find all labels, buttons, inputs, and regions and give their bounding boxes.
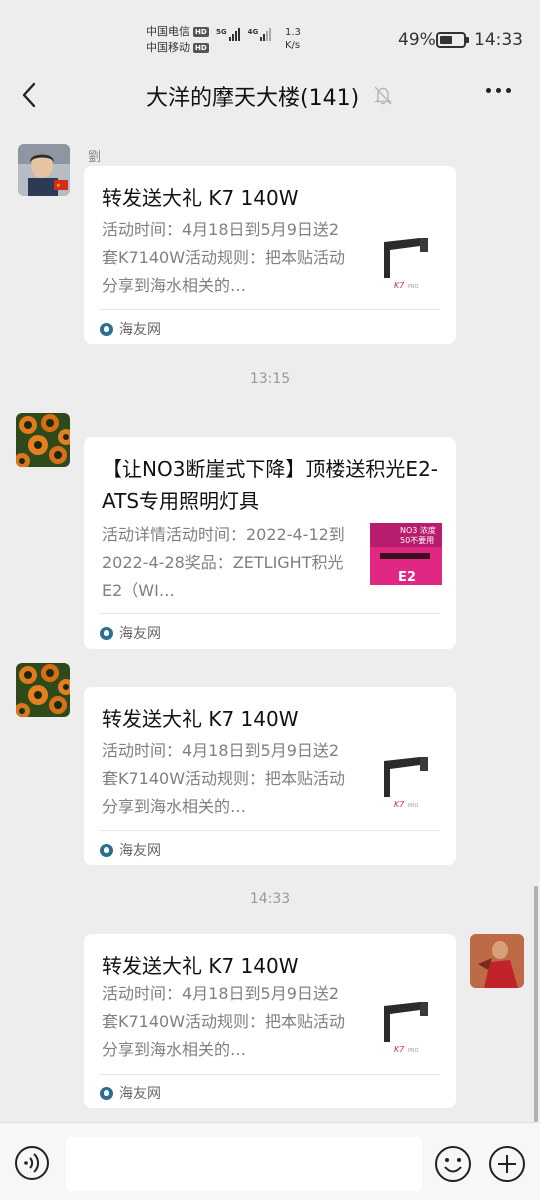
source-icon (100, 843, 113, 857)
source-icon (100, 322, 113, 336)
thumb-text: E2 (398, 570, 416, 585)
net-4g-label: 4G (247, 28, 259, 36)
card-description: 活动时间：4月18日到5月9日送2套K7140W活动规则：把本贴活动分享到海水相… (102, 984, 346, 1059)
more-button[interactable] (486, 88, 511, 93)
svg-text:PRO: PRO (408, 1048, 418, 1054)
carrier-1: 中国电信 (146, 25, 190, 38)
network-speed: 1.3 K/s (285, 26, 301, 52)
avatar-photo (16, 413, 70, 467)
card-thumbnail: NO3 浓度 50不要用 E2 (370, 523, 442, 595)
more-dot (506, 88, 511, 93)
svg-text:K7: K7 (394, 800, 405, 809)
card-thumbnail: K7 PRO (370, 226, 442, 298)
source-name: 海友网 (119, 322, 161, 338)
card-description: 活动时间：4月18日到5月9日送2套K7140W活动规则：把本贴活动分享到海水相… (102, 220, 346, 295)
battery-icon (436, 32, 469, 48)
card-description: 活动时间：4月18日到5月9日送2套K7140W活动规则：把本贴活动分享到海水相… (102, 741, 346, 816)
card-source: 海友网 (100, 840, 161, 860)
chat-header: 大洋的摩天大楼(141) (0, 66, 540, 126)
emoji-icon[interactable] (434, 1145, 472, 1183)
avatar-photo (470, 934, 524, 988)
bell-off-icon (373, 86, 393, 105)
signal-5g-icon: 5G (216, 28, 240, 41)
link-card[interactable]: 【让NO3断崖式下降】顶楼送积光E2-ATS专用照明灯具 活动详情活动时间：20… (84, 437, 456, 649)
svg-text:K7: K7 (394, 1045, 405, 1054)
source-name: 海友网 (119, 1086, 161, 1102)
card-title: 转发送大礼 K7 140W (102, 954, 299, 978)
chat-scrollbar[interactable] (534, 886, 538, 1122)
chat-title: 大洋的摩天大楼(141) (146, 86, 360, 111)
avatar-photo: ★ (18, 144, 70, 196)
source-name: 海友网 (119, 843, 161, 859)
sender-name: 劉 (88, 150, 102, 165)
voice-icon[interactable] (14, 1145, 50, 1181)
status-clock: 14:33 (474, 30, 523, 50)
more-dot (486, 88, 491, 93)
battery-percent: 49% (398, 30, 436, 50)
carrier-info: 中国电信 HD 中国移动 HD (146, 24, 209, 56)
speed-value: 1.3 (285, 27, 301, 38)
chevron-left-icon (22, 82, 36, 108)
link-card[interactable]: 转发送大礼 K7 140W 活动时间：4月18日到5月9日送2套K7140W活动… (84, 687, 456, 865)
speed-unit: K/s (285, 40, 301, 51)
timestamp: 13:15 (249, 371, 291, 387)
avatar-photo (16, 663, 70, 717)
svg-text:K7: K7 (394, 281, 405, 290)
thumb-text: 50不要用 (400, 536, 434, 545)
hd-badge: HD (193, 27, 209, 37)
thumb-text: NO3 浓度 (400, 525, 436, 535)
hd-badge: HD (193, 43, 209, 53)
avatar[interactable]: ★ (18, 144, 70, 196)
message-input[interactable] (66, 1137, 422, 1191)
svg-text:PRO: PRO (408, 803, 418, 809)
card-title: 【让NO3断崖式下降】顶楼送积光E2-ATS专用照明灯具 (102, 457, 439, 513)
source-name: 海友网 (119, 626, 161, 642)
card-title: 转发送大礼 K7 140W (102, 707, 299, 731)
signal-4g-icon: 4G (248, 28, 272, 41)
source-icon (100, 626, 113, 640)
status-bar: 中国电信 HD 中国移动 HD 5G 4G 1.3 K/s 49% 14:33 (0, 0, 540, 66)
plus-icon[interactable] (488, 1145, 526, 1183)
card-source: 海友网 (100, 1083, 161, 1103)
card-title: 转发送大礼 K7 140W (102, 186, 299, 210)
my-avatar[interactable] (470, 934, 524, 988)
link-card[interactable]: 转发送大礼 K7 140W 活动时间：4月18日到5月9日送2套K7140W活动… (84, 934, 456, 1108)
back-button[interactable] (14, 80, 44, 110)
source-icon (100, 1086, 113, 1100)
link-card[interactable]: 转发送大礼 K7 140W 活动时间：4月18日到5月9日送2套K7140W活动… (84, 166, 456, 344)
net-5g-label: 5G (216, 28, 227, 36)
timestamp: 14:33 (249, 891, 291, 907)
more-dot (496, 88, 501, 93)
card-source: 海友网 (100, 319, 161, 339)
card-thumbnail: K7 PRO (370, 990, 442, 1062)
input-bar (0, 1122, 540, 1200)
signal-indicators: 5G 4G (216, 28, 272, 41)
avatar[interactable] (16, 663, 70, 717)
card-thumbnail: K7 PRO (370, 745, 442, 817)
carrier-2: 中国移动 (146, 41, 190, 54)
card-source: 海友网 (100, 623, 161, 643)
card-description: 活动详情活动时间：2022-4-12到2022-4-28奖品：ZETLIGHT积… (102, 525, 345, 600)
svg-text:PRO: PRO (408, 284, 418, 290)
avatar[interactable] (16, 413, 70, 467)
svg-text:★: ★ (56, 183, 61, 189)
